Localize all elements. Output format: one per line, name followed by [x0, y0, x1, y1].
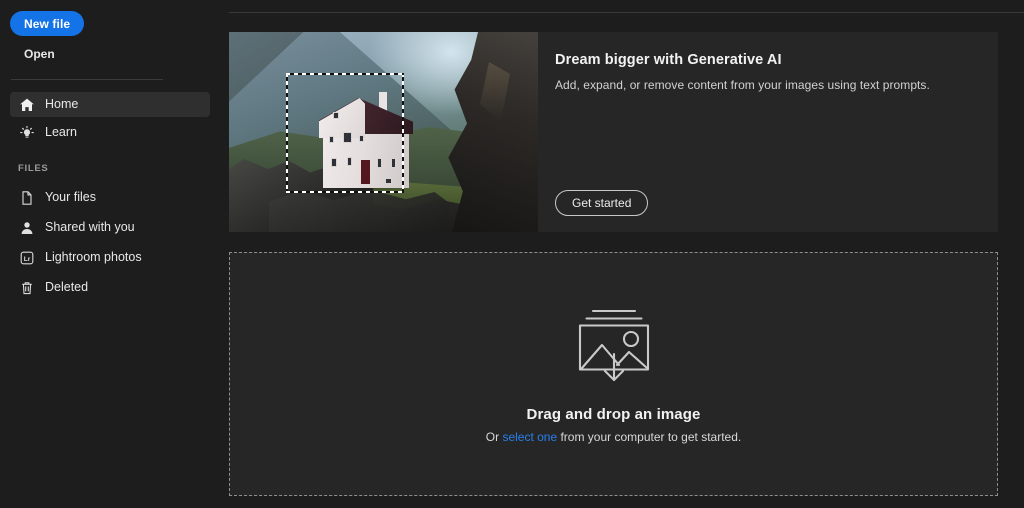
home-icon [18, 96, 36, 114]
sidebar-item-label: Home [45, 97, 79, 112]
generative-ai-banner: Dream bigger with Generative AI Add, exp… [229, 32, 998, 232]
banner-copy: Dream bigger with Generative AI Add, exp… [538, 32, 998, 232]
sidebar-item-learn[interactable]: Learn [10, 120, 210, 145]
dropzone-title: Drag and drop an image [526, 406, 701, 423]
new-file-button[interactable]: New file [10, 11, 85, 36]
svg-text:Lr: Lr [24, 256, 31, 263]
sidebar-primary-nav: Home Learn [0, 92, 220, 148]
main-content: Dream bigger with Generative AI Add, exp… [220, 0, 1024, 508]
selection-marquee[interactable] [286, 73, 404, 193]
sidebar-item-lightroom-photos[interactable]: Lr Lightroom photos [10, 245, 210, 270]
lightbulb-icon [18, 124, 36, 142]
sidebar-item-home[interactable]: Home [10, 92, 210, 117]
select-one-link[interactable]: select one [502, 430, 557, 444]
sidebar-item-label: Lightroom photos [45, 250, 142, 265]
app-root: New file Open Home Learn FILES Your file… [0, 0, 1024, 508]
sidebar-item-deleted[interactable]: Deleted [10, 275, 210, 300]
dropzone-sub-prefix: Or [485, 430, 503, 444]
sidebar-files-nav: Your files Shared with you Lr Lightroom … [0, 185, 220, 305]
open-button[interactable]: Open [12, 45, 67, 63]
sidebar-section-heading-files: FILES [18, 163, 49, 174]
trash-icon [18, 279, 36, 297]
dropzone-sub-suffix: from your computer to get started. [557, 430, 742, 444]
sidebar-item-shared-with-you[interactable]: Shared with you [10, 215, 210, 240]
sidebar-item-label: Shared with you [45, 220, 135, 235]
image-dropzone[interactable]: Drag and drop an image Or select one fro… [229, 252, 998, 496]
sidebar-item-your-files[interactable]: Your files [10, 185, 210, 210]
person-icon [18, 219, 36, 237]
content-top-divider [229, 12, 1024, 13]
get-started-button[interactable]: Get started [555, 190, 649, 216]
banner-artwork [229, 32, 538, 232]
banner-subtitle: Add, expand, or remove content from your… [555, 78, 930, 92]
lightroom-icon: Lr [18, 249, 36, 267]
sidebar: New file Open Home Learn FILES Your file… [0, 0, 220, 508]
image-download-icon [569, 304, 659, 384]
document-icon [18, 189, 36, 207]
banner-title: Dream bigger with Generative AI [555, 52, 782, 68]
dropzone-subtitle: Or select one from your computer to get … [486, 430, 741, 444]
sidebar-divider [11, 79, 163, 80]
sidebar-item-label: Deleted [45, 280, 89, 295]
sidebar-item-label: Your files [45, 190, 96, 205]
sidebar-item-label: Learn [45, 125, 77, 140]
